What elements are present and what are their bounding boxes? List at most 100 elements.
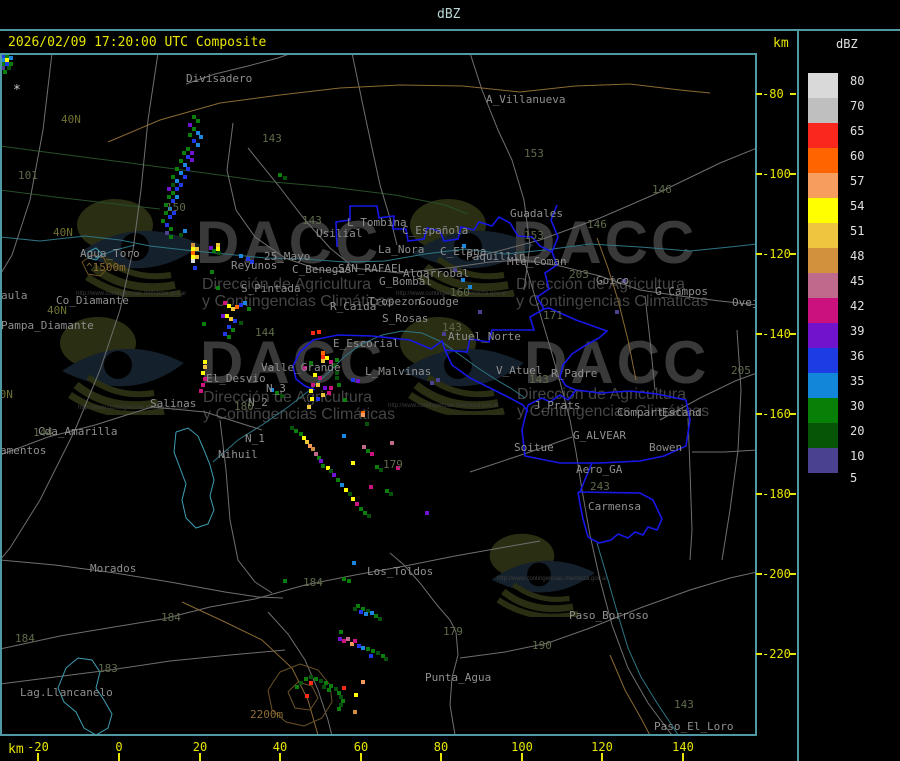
bottom-axis-tick-label: 100 <box>511 740 533 754</box>
right-axis-tick-outer <box>790 573 796 575</box>
place-label: C_Española <box>402 224 469 237</box>
right-axis-tick-label: -80 <box>762 87 784 101</box>
legend-value-label: 54 <box>850 199 865 213</box>
place-label: N_1 <box>245 432 265 445</box>
route-label: 146 <box>652 183 672 196</box>
route-label: 171 <box>543 309 563 322</box>
place-label: Oveja <box>732 296 757 309</box>
place-label: J_Prats <box>534 399 581 412</box>
bottom-axis-tick-label: 20 <box>192 740 208 754</box>
bottom-axis-tick-label: 60 <box>353 740 369 754</box>
route-label: 180 <box>234 400 254 413</box>
legend-value-label: 10 <box>850 449 865 463</box>
right-axis-tick-outer <box>790 493 796 495</box>
dbz-legend: dBZ 80 70 65 60 57 54 51 48 45 42 39 36 35 30 20 10 5 <box>800 31 900 761</box>
bottom-axis-tick <box>601 753 603 761</box>
route-label: 184 <box>303 576 323 589</box>
bottom-axis: km -20 0 20 40 60 80 100 120 140 <box>0 736 757 761</box>
place-label: El_Desvio <box>206 372 266 385</box>
place-label: R_Caida <box>330 300 377 313</box>
legend-value-label: 51 <box>850 224 865 238</box>
legend-swatch-39 <box>808 323 838 348</box>
place-label: Compart <box>617 406 664 419</box>
place-label: Lag.Llancanelo <box>20 686 113 699</box>
legend-value-label: 42 <box>850 299 865 313</box>
route-label: 150 <box>166 201 186 214</box>
route-label: 143 <box>529 373 549 386</box>
right-axis-tick-label: -100 <box>762 167 791 181</box>
bottom-axis-tick-label: 40 <box>272 740 288 754</box>
legend-swatch-35 <box>808 373 838 398</box>
legend-swatch-42 <box>808 298 838 323</box>
place-label: N_3 <box>266 382 286 395</box>
right-axis-tick-inner <box>756 573 762 575</box>
right-axis-tick-label: -200 <box>762 567 791 581</box>
bottom-axis-tick <box>360 753 362 761</box>
right-axis-tick-label: -160 <box>762 407 791 421</box>
route-label: 144 <box>255 326 275 339</box>
bottom-axis-tick <box>118 753 120 761</box>
route-label: 183 <box>98 662 118 675</box>
legend-swatch-10 <box>808 448 838 473</box>
bottom-axis-tick <box>682 753 684 761</box>
right-axis-tick-outer <box>790 653 796 655</box>
place-label: Soitue <box>514 441 554 454</box>
bottom-axis-tick-label: -20 <box>27 740 49 754</box>
legend-value-label: 65 <box>850 124 865 138</box>
grid-label: 40N <box>53 226 73 239</box>
legend-swatch-30 <box>808 398 838 423</box>
map-border-top <box>0 53 757 55</box>
place-label: Pampa_Diamante <box>1 319 94 332</box>
page-title: dBZ <box>437 7 461 22</box>
place-label: S_Pintada <box>241 282 301 295</box>
bottom-axis-tick <box>37 753 39 761</box>
legend-swatch-80 <box>808 73 838 98</box>
route-label: 190 <box>532 639 552 652</box>
right-axis-tick-inner <box>756 173 762 175</box>
place-label: SAN_RAFAEL <box>338 262 405 275</box>
legend-swatch-45 <box>808 273 838 298</box>
legend-value-label: 35 <box>850 374 865 388</box>
bottom-axis-tick-label: 0 <box>115 740 123 754</box>
legend-swatch-51 <box>808 223 838 248</box>
radar-map: DACC Dirección de Agricultura y Contingen… <box>0 53 757 736</box>
route-label: 143 <box>262 132 282 145</box>
legend-value-label: 30 <box>850 399 865 413</box>
right-axis-tick-inner <box>756 493 762 495</box>
right-axis-tick-outer <box>790 413 796 415</box>
legend-swatch-70 <box>808 98 838 123</box>
bottom-axis-tick <box>521 753 523 761</box>
place-label: Salinas <box>150 397 197 410</box>
legend-value-label: 45 <box>850 274 865 288</box>
bottom-axis-tick <box>279 753 281 761</box>
place-label: Valle_Grande <box>261 361 341 374</box>
place-label: E_Escorial <box>333 337 400 350</box>
route-label: 160 <box>450 286 470 299</box>
place-label: Carmensa <box>588 500 641 513</box>
legend-swatch-65 <box>808 123 838 148</box>
place-label: Reyunos <box>231 259 278 272</box>
place-label: Goico <box>596 274 630 287</box>
right-axis-tick-label: -220 <box>762 647 791 661</box>
place-label: Divisadero <box>186 72 253 85</box>
route-label: 184 <box>15 632 35 645</box>
place-label: aula <box>1 289 28 302</box>
elev-label: ^1500m <box>86 261 126 274</box>
legend-swatch-48 <box>808 248 838 273</box>
place-label: amentos <box>0 444 47 457</box>
legend-value-label: 70 <box>850 99 865 113</box>
bottom-axis-tick-label: 140 <box>672 740 694 754</box>
place-label: Morados <box>90 562 137 575</box>
legend-value-label: 36 <box>850 349 865 363</box>
place-label: Algarrobal <box>403 267 470 280</box>
route-label: 146 <box>587 218 607 231</box>
bottom-axis-tick <box>440 753 442 761</box>
route-label: 184 <box>161 611 181 624</box>
legend-value-label: 20 <box>850 424 865 438</box>
right-axis-tick-inner <box>756 93 762 95</box>
right-axis-tick-inner <box>756 413 762 415</box>
place-label: Paso_Borroso <box>569 609 649 622</box>
place-label: La_Nora <box>378 243 425 256</box>
right-axis-tick-outer <box>790 253 796 255</box>
place-label: Agua_Toro <box>80 247 140 260</box>
